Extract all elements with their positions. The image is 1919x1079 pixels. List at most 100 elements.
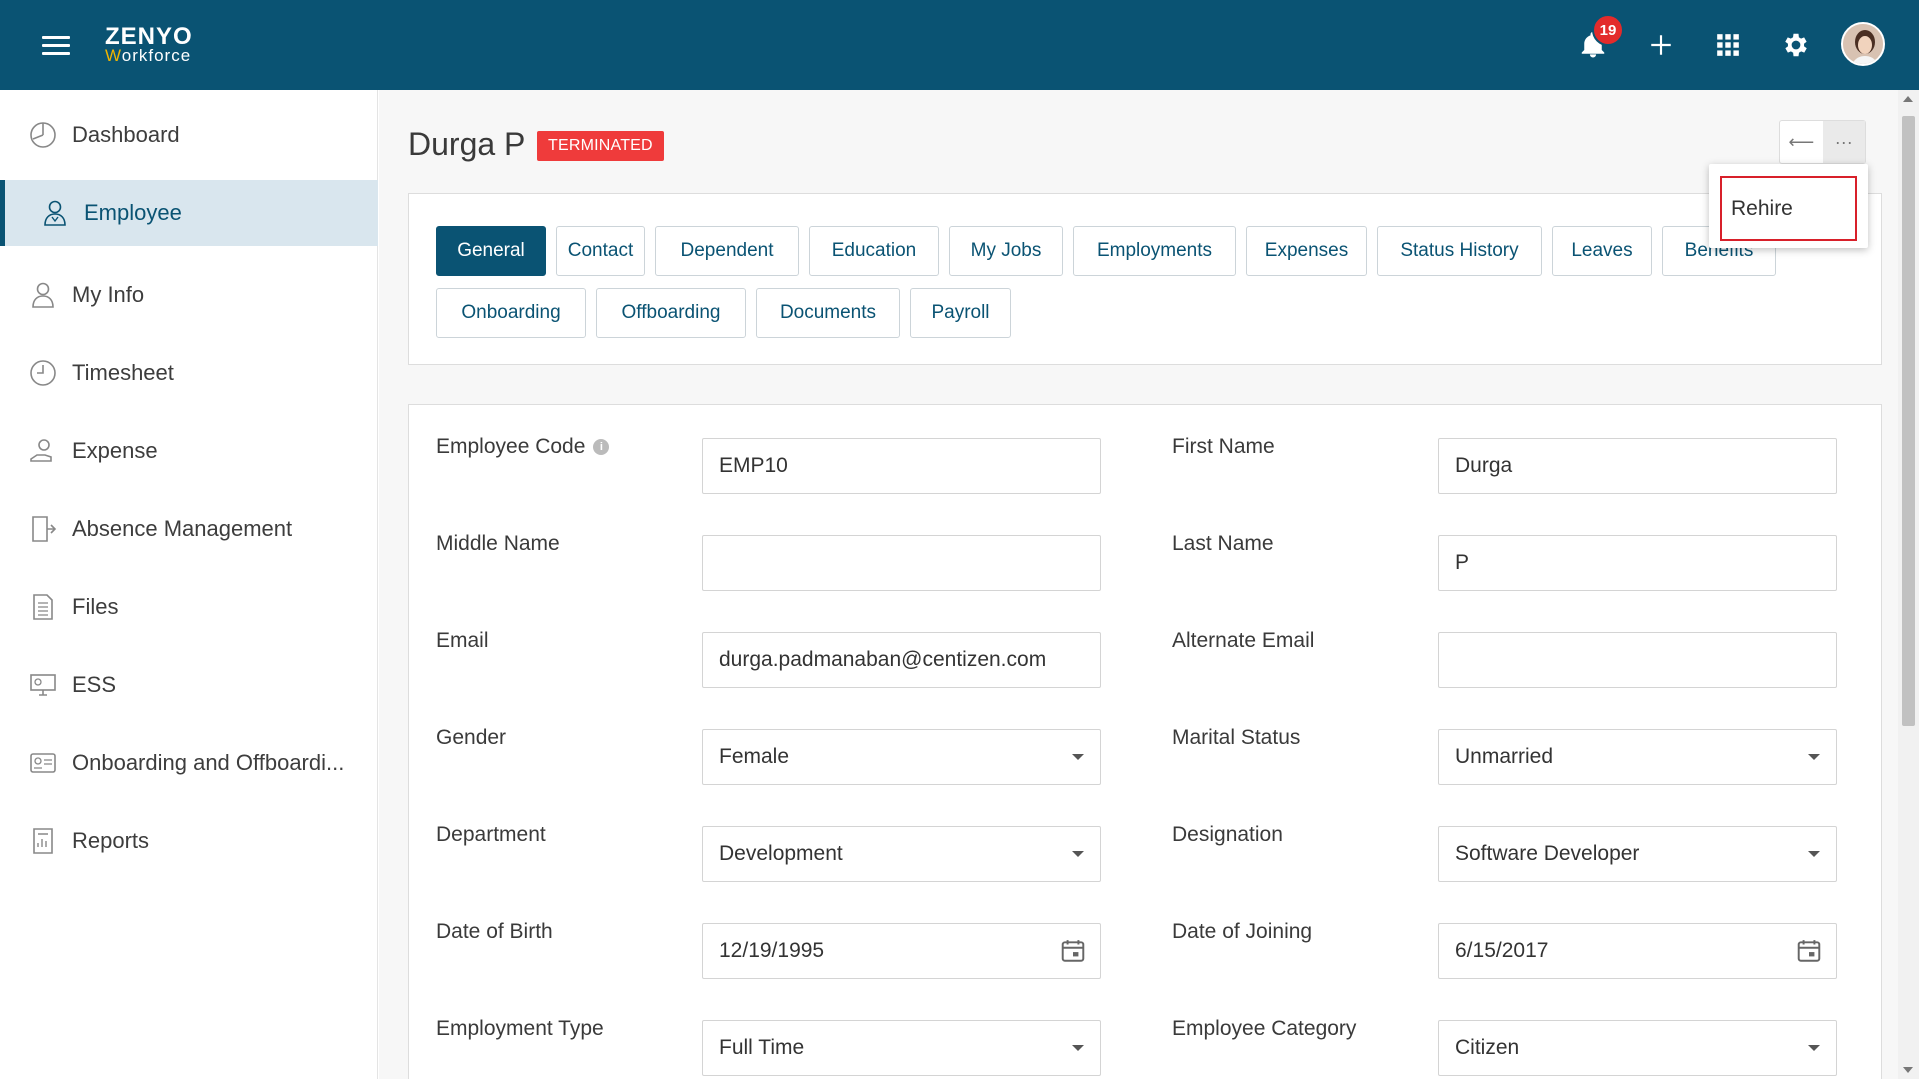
sidebar-item-absence-management[interactable]: Absence Management [0,496,378,562]
tab-employments[interactable]: Employments [1073,226,1236,276]
sidebar-item-files[interactable]: Files [0,574,378,640]
marital-status-value: Unmarried [1455,745,1554,768]
sidebar-item-my-info[interactable]: My Info [0,262,378,328]
middle-name-label: Middle Name [436,532,560,555]
back-button[interactable]: ⟵ [1780,121,1823,163]
scroll-thumb[interactable] [1902,116,1915,726]
sidebar-item-employee[interactable]: Employee [0,180,378,246]
date-of-birth-label: Date of Birth [436,920,553,943]
gender-select[interactable]: Female [702,729,1101,785]
caret-down-icon [1072,1045,1084,1051]
sidebar-item-onboarding-offboarding[interactable]: Onboarding and Offboardi... [0,730,378,796]
alternate-email-input[interactable] [1455,648,1836,672]
tab-documents[interactable]: Documents [756,288,900,338]
gear-icon [1785,33,1807,57]
caret-down-icon [1072,754,1084,760]
date-of-birth-field[interactable]: 12/19/1995 [702,923,1101,979]
tab-payroll[interactable]: Payroll [910,288,1011,338]
apps-grid-icon [1717,34,1739,56]
sidebar-item-expense[interactable]: Expense [0,418,378,484]
tab-status-history[interactable]: Status History [1377,226,1542,276]
email-input[interactable] [719,648,1100,672]
department-label: Department [436,823,546,846]
page-scrollbar[interactable] [1898,90,1919,1079]
tab-expenses[interactable]: Expenses [1246,226,1367,276]
marital-status-select[interactable]: Unmarried [1438,729,1837,785]
tab-contact[interactable]: Contact [556,226,645,276]
tab-my-jobs[interactable]: My Jobs [949,226,1063,276]
caret-down-icon [1808,851,1820,857]
tab-dependent[interactable]: Dependent [655,226,799,276]
middle-name-input[interactable] [719,551,1100,575]
scroll-down-arrow-icon[interactable] [1903,1067,1913,1073]
dashboard-icon [28,120,58,150]
employee-code-input[interactable] [719,454,1100,478]
more-dots-icon: ··· [1834,131,1853,152]
sidebar-item-label: Files [72,594,119,619]
sidebar-item-ess[interactable]: ESS [0,652,378,718]
file-icon [28,592,58,622]
user-avatar[interactable] [1841,22,1885,66]
last-name-input[interactable] [1455,551,1836,575]
app-logo[interactable]: ZENYO Workforce [105,25,193,65]
employment-type-value: Full Time [719,1036,805,1059]
tab-general[interactable]: General [436,226,546,276]
user-photo-icon [1843,24,1883,64]
more-actions-button[interactable]: ··· [1822,121,1865,163]
sidebar-item-dashboard[interactable]: Dashboard [0,102,378,168]
department-value: Development [719,842,843,865]
info-icon[interactable]: i [593,439,610,455]
add-button[interactable] [1638,22,1684,68]
last-name-field[interactable] [1438,535,1837,591]
employee-name: Durga P [408,126,526,162]
menu-icon[interactable] [42,36,70,56]
tab-offboarding[interactable]: Offboarding [596,288,746,338]
sidebar-item-label: Expense [72,438,158,463]
tab-onboarding[interactable]: Onboarding [436,288,586,338]
employment-type-label: Employment Type [436,1017,604,1040]
employee-category-value: Citizen [1455,1036,1520,1059]
designation-value: Software Developer [1455,842,1640,865]
status-badge: TERMINATED [537,131,664,161]
middle-name-field[interactable] [702,535,1101,591]
date-of-joining-field[interactable]: 6/15/2017 [1438,923,1837,979]
settings-button[interactable] [1773,22,1819,68]
apps-button[interactable] [1705,22,1751,68]
sidebar-item-reports[interactable]: Reports [0,808,378,874]
tabs-card: General Contact Dependent Education My J… [408,193,1882,365]
caret-down-icon [1808,754,1820,760]
rehire-menu-item[interactable]: Rehire [1720,176,1857,241]
sidebar-item-label: Onboarding and Offboardi... [72,750,345,775]
tab-education[interactable]: Education [809,226,939,276]
designation-select[interactable]: Software Developer [1438,826,1837,882]
notifications-button[interactable]: 19 [1570,14,1624,68]
employment-type-select[interactable]: Full Time [702,1020,1101,1076]
email-field[interactable] [702,632,1101,688]
date-of-birth-value: 12/19/1995 [719,939,825,962]
exit-door-icon [28,514,58,544]
sidebar-item-label: Employee [84,200,182,225]
sidebar-item-label: My Info [72,282,145,307]
designation-label: Designation [1172,823,1283,846]
notification-count-badge: 19 [1592,14,1624,46]
sidebar-item-timesheet[interactable]: Timesheet [0,340,378,406]
first-name-field[interactable] [1438,438,1837,494]
tab-leaves[interactable]: Leaves [1552,226,1652,276]
employee-category-select[interactable]: Citizen [1438,1020,1837,1076]
arrow-left-icon: ⟵ [1788,131,1815,152]
alternate-email-field[interactable] [1438,632,1837,688]
clock-icon [28,358,58,388]
main-content: Durga P TERMINATED ⟵ ··· General Contact… [379,90,1919,1079]
gender-label: Gender [436,726,507,749]
calendar-icon[interactable] [1060,938,1086,964]
department-select[interactable]: Development [702,826,1101,882]
sidebar-item-label: ESS [72,672,117,697]
employee-code-field[interactable] [702,438,1101,494]
scroll-up-arrow-icon[interactable] [1903,96,1913,102]
header-actions: ⟵ ··· [1779,120,1866,164]
first-name-input[interactable] [1455,454,1836,478]
more-actions-menu: Rehire [1709,164,1868,248]
report-icon [28,826,58,856]
calendar-icon[interactable] [1796,938,1822,964]
sidebar-item-label: Absence Management [72,516,293,541]
